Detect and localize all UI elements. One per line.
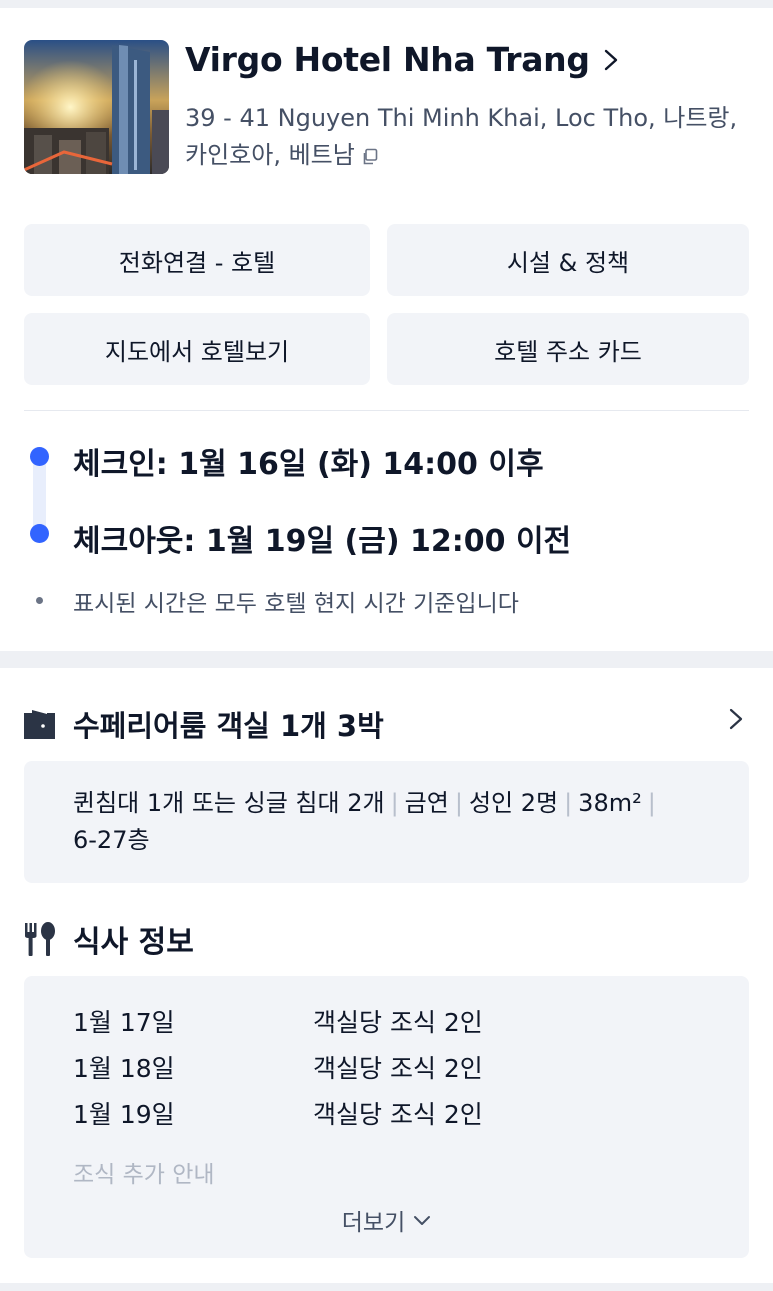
room-size: 38m² [578,789,642,817]
meal-extra-info: 조식 추가 안내 [73,1162,215,1188]
meal-desc: 객실당 조식 2인 [313,1100,483,1129]
meal-row: 1월 17일 객실당 조식 2인 [73,1003,483,1039]
section-gap-top [0,0,773,8]
checkin-dot [30,447,49,466]
meal-date: 1월 19일 [73,1100,175,1129]
meal-date: 1월 17일 [73,1008,175,1037]
show-more-button[interactable]: 더보기 [24,1203,749,1237]
meal-details: 1월 17일 객실당 조식 2인 1월 18일 객실당 조식 2인 1월 19일 객실… [24,976,749,1258]
room-details: 퀸침대 1개 또는 싱글 침대 2개 | 금연 | 성인 2명 | 38m² | 6-27층 [24,761,749,883]
hotel-address-text: 39 - 41 Nguyen Thi Minh Khai, Loc Tho, 나… [185,104,738,169]
section-gap-bottom [0,1283,773,1291]
meal-desc: 객실당 조식 2인 [313,1008,483,1037]
timeline-bar [33,456,46,534]
meal-date: 1월 18일 [73,1054,175,1083]
show-more-label: 더보기 [341,1210,406,1236]
address-card-button[interactable]: 호텔 주소 카드 [387,313,749,385]
chevron-down-icon [414,1215,431,1225]
room-floors: 6-27층 [73,826,150,854]
checkout-dot [30,524,49,543]
hotel-photo[interactable] [24,40,169,174]
time-note: 표시된 시간은 모두 호텔 현지 시간 기준입니다 [73,591,519,617]
door-icon [24,709,55,739]
hotel-name: Virgo Hotel Nha Trang [185,40,590,79]
room-title[interactable]: 수페리어룸 객실 1개 3박 [73,703,384,745]
meal-desc: 객실당 조식 2인 [313,1054,483,1083]
meal-row: 1월 19일 객실당 조식 2인 [73,1095,483,1131]
section-gap [0,651,773,668]
room-guests: 성인 2명 [468,789,559,817]
meal-title: 식사 정보 [73,925,194,960]
copy-icon[interactable] [361,139,378,165]
hotel-address: 39 - 41 Nguyen Thi Minh Khai, Loc Tho, 나… [185,100,755,174]
call-hotel-button[interactable]: 전화연결 - 호텔 [24,224,370,296]
bullet [36,597,43,604]
facilities-policy-button[interactable]: 시설 & 정책 [387,224,749,296]
hotel-name-link[interactable]: Virgo Hotel Nha Trang [185,40,618,79]
meal-row: 1월 18일 객실당 조식 2인 [73,1049,483,1085]
divider [24,410,749,411]
checkin-time: 체크인: 1월 16일 (화) 14:00 이후 [73,447,544,482]
checkout-time: 체크아웃: 1월 19일 (금) 12:00 이전 [73,524,572,559]
room-smoking: 금연 [404,789,449,817]
chevron-right-icon [604,49,618,71]
chevron-right-icon[interactable] [729,708,743,734]
utensils-icon [24,922,56,956]
room-bed: 퀸침대 1개 또는 싱글 침대 2개 [73,789,385,817]
view-map-button[interactable]: 지도에서 호텔보기 [24,313,370,385]
